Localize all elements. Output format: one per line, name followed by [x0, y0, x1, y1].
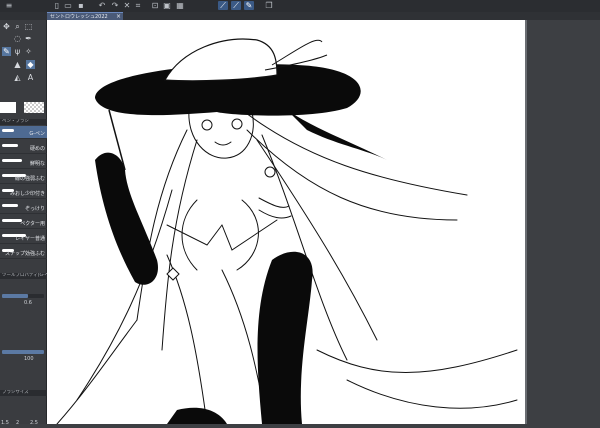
- selection-tool-icon[interactable]: ⬚: [24, 22, 33, 31]
- brush-size-preset[interactable]: 2: [16, 420, 19, 426]
- snap-special-icon[interactable]: ⟋: [231, 1, 241, 10]
- brush-tool-icon[interactable]: ψ: [13, 47, 22, 56]
- brush-name: みおし少印付き: [9, 191, 45, 197]
- left-panel: ✥ ⌕ ⬚ ◌ ✒ ✎ ψ ✧ ▲ ◆ ◭ A ペン・ブラシ G-ペン硬めの鮮明…: [0, 20, 47, 426]
- sub-color-swatch[interactable]: [24, 102, 44, 113]
- brush-stroke-preview: [2, 159, 22, 162]
- subtool-header: ペン・ブラシ: [0, 119, 47, 125]
- witch-illustration: [56, 38, 518, 425]
- drawing-canvas[interactable]: [47, 20, 527, 425]
- pen-tool-icon[interactable]: ✎: [2, 47, 11, 56]
- brush-name: G-ペン: [29, 131, 45, 137]
- brush-size-header: ブラシサイズ: [0, 390, 47, 396]
- open-icon[interactable]: ▭: [63, 1, 73, 10]
- snap-ruler-icon[interactable]: ⟋: [218, 1, 228, 10]
- brush-item[interactable]: みおし少印付き: [0, 186, 47, 199]
- brush-stroke-preview: [2, 129, 14, 132]
- brush-name: 線の強弱ふむ: [14, 176, 45, 182]
- eyedropper-tool-icon[interactable]: ✒: [24, 34, 33, 43]
- brush-item[interactable]: レイヤー普通: [0, 231, 47, 244]
- blend-tool-icon[interactable]: ◆: [26, 60, 35, 69]
- menu-icon[interactable]: ≡: [4, 1, 14, 10]
- undo-icon[interactable]: ↶: [97, 1, 107, 10]
- layer-icon[interactable]: ❐: [264, 1, 274, 10]
- brush-size-presets: 1.5 2 2.5: [0, 418, 47, 428]
- deselect-icon[interactable]: ⊡: [150, 1, 160, 10]
- brush-stroke-preview: [2, 219, 22, 222]
- zoom-tool-icon[interactable]: ⌕: [13, 22, 22, 31]
- document-tab[interactable]: セントロウレッシュ2022 ×: [47, 12, 123, 20]
- brush-item[interactable]: 線の強弱ふむ: [0, 171, 47, 184]
- brush-name: ぞっけり: [24, 206, 45, 212]
- brush-size-preset[interactable]: 2.5: [30, 420, 38, 426]
- invert-icon[interactable]: ▣: [162, 1, 172, 10]
- brush-size-slider[interactable]: [2, 294, 44, 298]
- main-color-swatch[interactable]: [0, 102, 16, 113]
- pen-icon[interactable]: ✎: [244, 1, 254, 10]
- fill-tool-icon[interactable]: ▲: [13, 60, 22, 69]
- brush-size-preset[interactable]: 1.5: [1, 420, 9, 426]
- brush-item[interactable]: 硬めの: [0, 141, 47, 154]
- opacity-slider[interactable]: [2, 350, 44, 354]
- text-tool-icon[interactable]: A: [26, 73, 35, 82]
- airbrush-tool-icon[interactable]: ✧: [24, 47, 33, 56]
- close-icon[interactable]: ×: [116, 13, 121, 20]
- left-panel-header: [0, 12, 47, 20]
- brush-item[interactable]: 鮮明な: [0, 156, 47, 169]
- brush-item[interactable]: ぞっけり: [0, 201, 47, 214]
- brush-name: レイヤー普通: [15, 236, 45, 242]
- transform-icon[interactable]: ⌗: [133, 1, 143, 10]
- opacity-fill: [2, 350, 44, 354]
- shape-tool-icon[interactable]: ◭: [13, 73, 22, 82]
- brush-item[interactable]: G-ペン: [0, 126, 47, 139]
- brush-name: スナップ効強ふむ: [4, 251, 45, 257]
- brush-stroke-preview: [2, 204, 18, 207]
- brush-item[interactable]: スナップ効強ふむ: [0, 246, 47, 259]
- new-icon[interactable]: ▯: [52, 1, 62, 10]
- brush-name: ペクター用: [20, 221, 45, 227]
- tab-strip: [123, 12, 600, 20]
- brush-size-fill: [2, 294, 29, 298]
- clear-icon[interactable]: ✕: [122, 1, 132, 10]
- right-panel: [527, 20, 600, 424]
- redo-icon[interactable]: ↷: [110, 1, 120, 10]
- brush-stroke-preview: [2, 144, 18, 147]
- brush-name: 鮮明な: [29, 161, 45, 167]
- property-header: ツールプロパティ[G-ペン]: [0, 273, 47, 279]
- selection-icon[interactable]: ▦: [175, 1, 185, 10]
- save-icon[interactable]: ▪: [76, 1, 86, 10]
- brush-item[interactable]: ペクター用: [0, 216, 47, 229]
- brush-name: 硬めの: [29, 146, 45, 152]
- move-tool-icon[interactable]: ✥: [2, 22, 11, 31]
- lasso-tool-icon[interactable]: ◌: [13, 34, 22, 43]
